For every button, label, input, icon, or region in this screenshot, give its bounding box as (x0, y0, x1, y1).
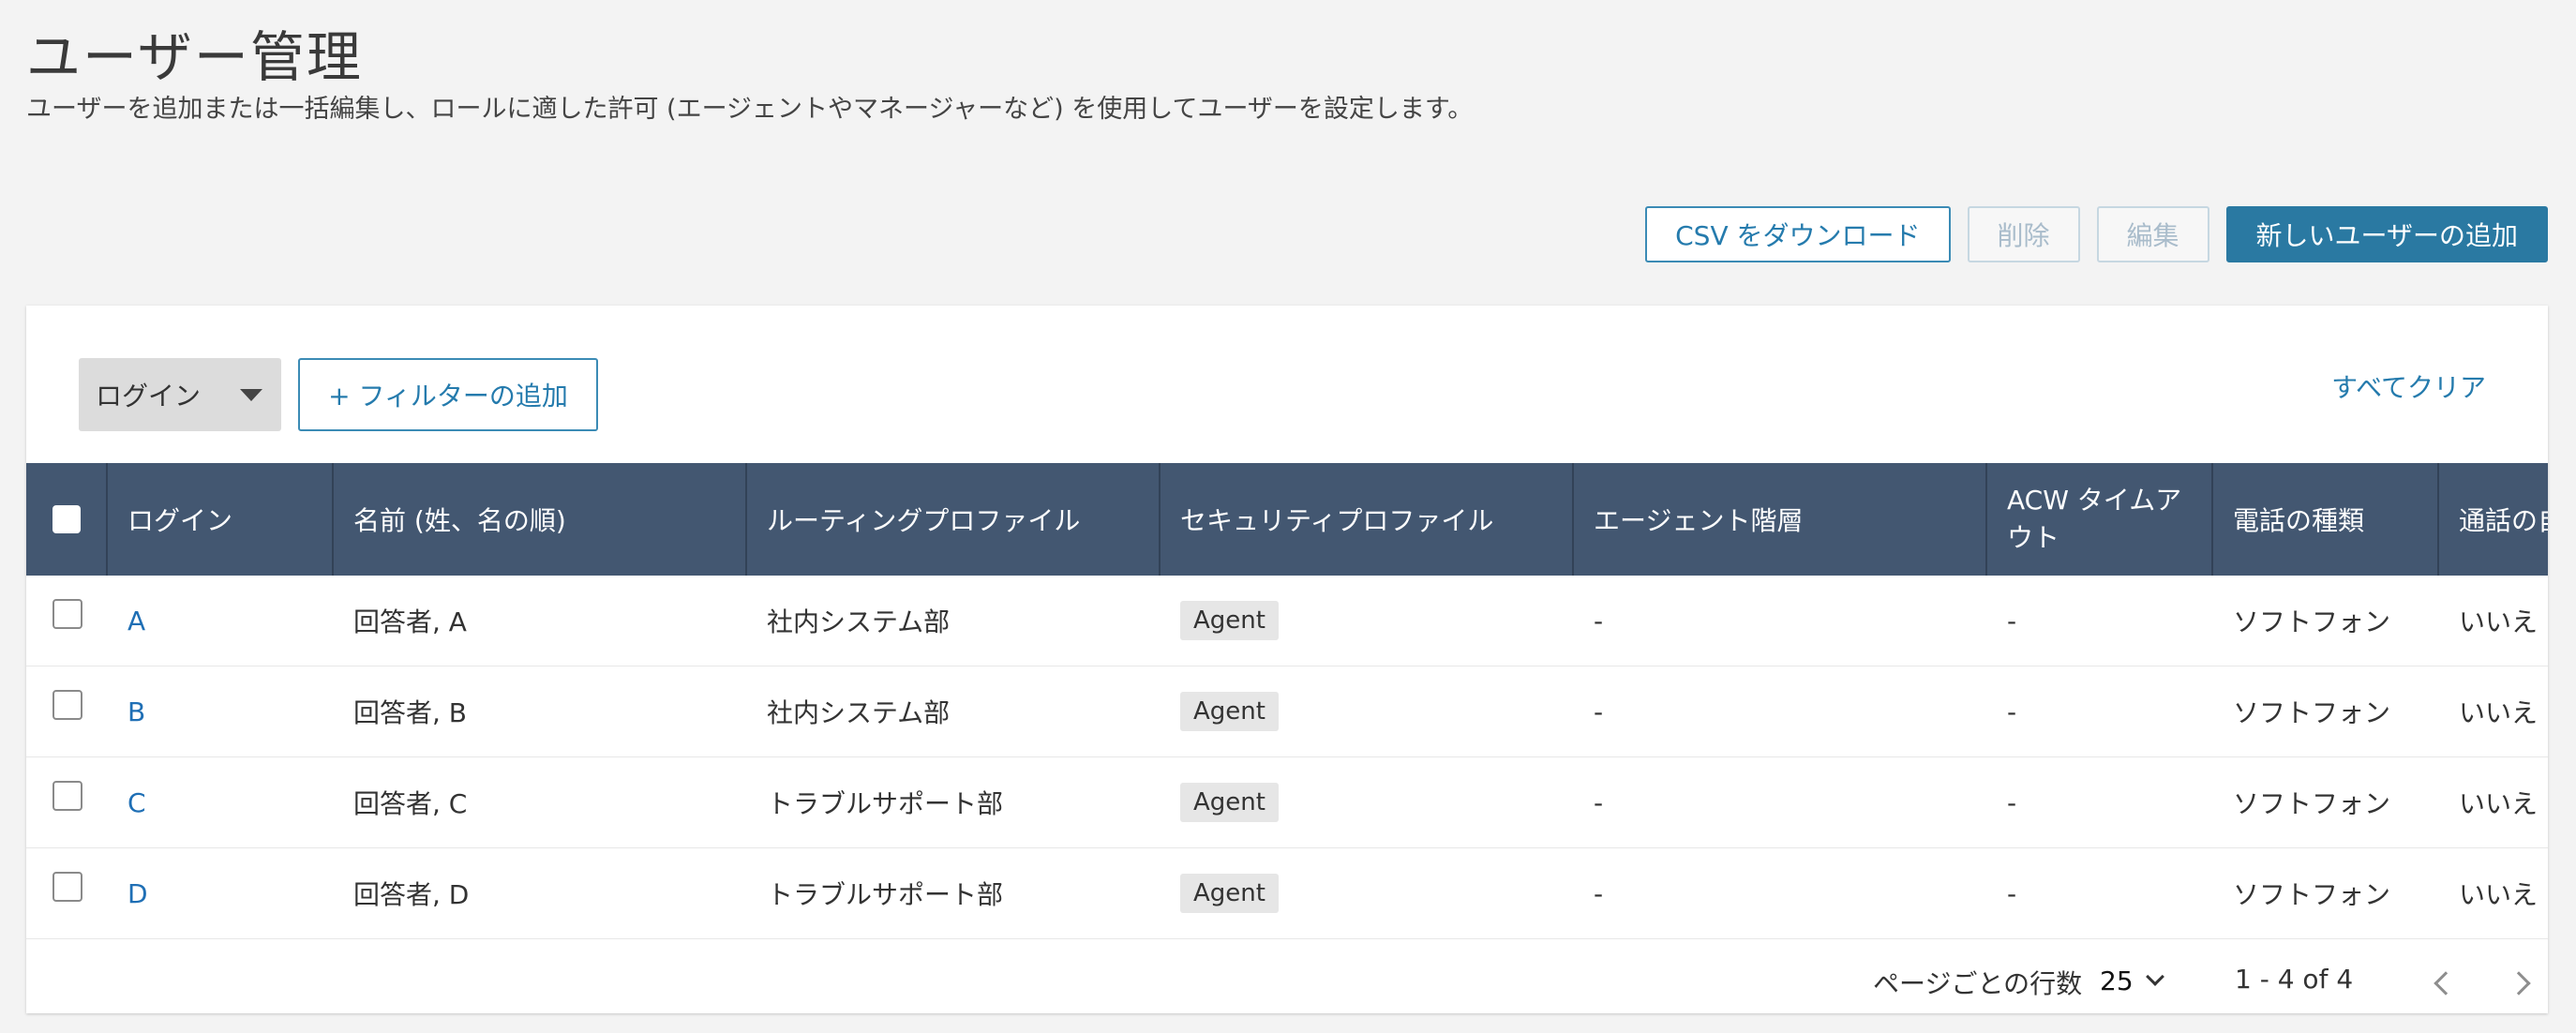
users-table: ログイン 名前 (姓、名の順) ルーティングプロファイル セキュリティプロファイ… (26, 463, 2548, 939)
routing-profile-cell: 社内システム部 (767, 606, 951, 637)
phone-type-cell: ソフトフォン (2233, 606, 2391, 637)
column-header-security-profile[interactable]: セキュリティプロファイル (1161, 463, 1574, 576)
phone-type-cell: ソフトフォン (2233, 697, 2391, 728)
pagination-bar: ページごとの行数 25 1 - 4 of 4 (26, 952, 2548, 1009)
row-select-cell (26, 666, 108, 756)
security-profile-badge: Agent (1180, 692, 1279, 731)
login-cell: C (108, 757, 334, 847)
select-all-cell (26, 463, 108, 576)
rows-per-page-value: 25 (2100, 965, 2134, 996)
name-cell: 回答者, A (353, 606, 467, 637)
column-header-name[interactable]: 名前 (姓、名の順) (334, 463, 747, 576)
table-row: B 回答者, B 社内システム部 Agent - - ソフトフォン いいえ (26, 666, 2548, 757)
name-cell: 回答者, D (353, 879, 470, 910)
column-header-login[interactable]: ログイン (108, 463, 334, 576)
login-cell: A (108, 576, 334, 666)
agent-hierarchy-cell: - (1594, 696, 1604, 727)
security-profile-cell: Agent (1161, 576, 1574, 666)
row-checkbox[interactable] (52, 781, 82, 811)
chevron-left-icon (2434, 971, 2458, 996)
row-checkbox[interactable] (52, 690, 82, 720)
row-checkbox[interactable] (52, 599, 82, 629)
column-header-agent-hierarchy[interactable]: エージェント階層 (1574, 463, 1987, 576)
table-row: C 回答者, C トラブルサポート部 Agent - - ソフトフォン いいえ (26, 757, 2548, 848)
login-link[interactable]: C (127, 787, 146, 818)
row-select-cell (26, 757, 108, 847)
clear-all-link[interactable]: すべてクリア (2331, 367, 2486, 405)
filter-field-label: ログイン (96, 381, 202, 412)
column-header-phone-type[interactable]: 電話の種類 (2213, 463, 2439, 576)
table-row: A 回答者, A 社内システム部 Agent - - ソフトフォン いいえ (26, 576, 2548, 666)
phone-type-cell: ソフトフォン (2233, 879, 2391, 910)
security-profile-cell: Agent (1161, 666, 1574, 756)
auto-accept-cell: いいえ (2459, 697, 2539, 728)
phone-type-cell: ソフトフォン (2233, 788, 2391, 819)
delete-button[interactable]: 削除 (1967, 206, 2080, 262)
row-checkbox[interactable] (52, 872, 82, 902)
acw-timeout-cell: - (2007, 605, 2017, 636)
login-cell: B (108, 666, 334, 756)
security-profile-badge: Agent (1180, 601, 1279, 640)
chevron-down-icon (2145, 967, 2164, 986)
previous-page-button[interactable] (2424, 966, 2462, 1003)
table-header-row: ログイン 名前 (姓、名の順) ルーティングプロファイル セキュリティプロファイ… (26, 463, 2548, 576)
security-profile-cell: Agent (1161, 848, 1574, 938)
page-title: ユーザー管理 (26, 25, 363, 89)
routing-profile-cell: トラブルサポート部 (767, 788, 1004, 819)
add-filter-button[interactable]: + フィルターの追加 (298, 358, 598, 431)
login-link[interactable]: B (127, 696, 145, 727)
row-select-cell (26, 848, 108, 938)
page-description: ユーザーを追加または一括編集し、ロールに適した許可 (エージェントやマネージャー… (26, 95, 1474, 124)
name-cell: 回答者, C (353, 788, 468, 819)
auto-accept-cell: いいえ (2459, 606, 2539, 637)
rows-per-page-select[interactable]: 25 (2100, 958, 2164, 1003)
routing-profile-cell: 社内システム部 (767, 697, 951, 728)
row-select-cell (26, 576, 108, 666)
security-profile-badge: Agent (1180, 783, 1279, 822)
auto-accept-cell: いいえ (2459, 788, 2539, 819)
acw-timeout-cell: - (2007, 877, 2017, 909)
select-all-checkbox[interactable] (52, 505, 81, 533)
table-row: D 回答者, D トラブルサポート部 Agent - - ソフトフォン いいえ (26, 848, 2548, 939)
login-cell: D (108, 848, 334, 938)
auto-accept-cell: いいえ (2459, 879, 2539, 910)
agent-hierarchy-cell: - (1594, 786, 1604, 818)
filter-field-select[interactable]: ログイン (79, 358, 281, 431)
toolbar-actions: CSV をダウンロード 削除 編集 新しいユーザーの追加 (1645, 206, 2548, 262)
next-page-button[interactable] (2505, 966, 2542, 1003)
routing-profile-cell: トラブルサポート部 (767, 879, 1004, 910)
pagination-range: 1 - 4 of 4 (2235, 964, 2354, 995)
add-user-button[interactable]: 新しいユーザーの追加 (2225, 206, 2548, 262)
column-header-auto-accept[interactable]: 通話の自 (2439, 463, 2548, 576)
acw-timeout-cell: - (2007, 786, 2017, 818)
name-cell: 回答者, B (353, 697, 468, 728)
rows-per-page-label: ページごとの行数 (1873, 968, 2083, 999)
acw-timeout-cell: - (2007, 696, 2017, 727)
login-link[interactable]: D (127, 878, 148, 909)
login-link[interactable]: A (127, 606, 145, 636)
edit-button[interactable]: 編集 (2096, 206, 2209, 262)
caret-down-icon (240, 389, 262, 401)
download-csv-button[interactable]: CSV をダウンロード (1645, 206, 1951, 262)
user-table-panel: ログイン + フィルターの追加 すべてクリア ログイン 名前 (姓、名の順) ル… (26, 306, 2548, 1013)
security-profile-cell: Agent (1161, 757, 1574, 847)
agent-hierarchy-cell: - (1594, 605, 1604, 636)
column-header-routing-profile[interactable]: ルーティングプロファイル (747, 463, 1161, 576)
chevron-right-icon (2507, 971, 2531, 996)
security-profile-badge: Agent (1180, 874, 1279, 913)
agent-hierarchy-cell: - (1594, 877, 1604, 909)
column-header-acw-timeout[interactable]: ACW タイムアウト (1987, 463, 2213, 576)
